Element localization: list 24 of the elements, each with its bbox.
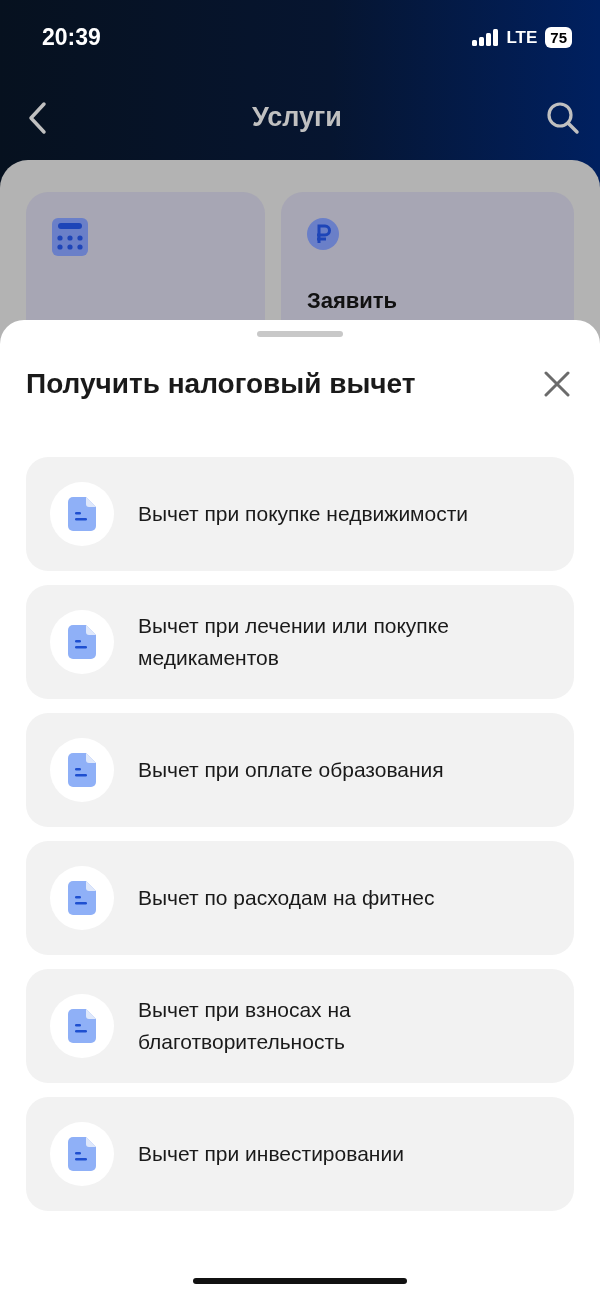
deduction-option[interactable]: Вычет по расходам на фитнес — [26, 840, 574, 955]
deduction-option[interactable]: Вычет при покупке недвижимости — [26, 456, 574, 571]
document-icon — [68, 752, 96, 787]
deduction-option[interactable]: Вычет при инвестировании — [26, 1096, 574, 1211]
deduction-option[interactable]: Вычет при взносах на благотворительность — [26, 968, 574, 1083]
screen-title: Услуги — [252, 101, 342, 135]
document-icon — [68, 1008, 96, 1043]
signal-icon — [472, 29, 499, 46]
document-icon — [68, 1136, 96, 1171]
deduction-option[interactable]: Вычет при оплате образования — [26, 712, 574, 827]
card-label: Заявить — [306, 287, 399, 315]
document-icon — [68, 624, 96, 659]
document-icon — [68, 496, 96, 531]
back-button[interactable] — [26, 100, 48, 135]
search-button[interactable] — [546, 100, 580, 135]
close-button[interactable] — [544, 370, 570, 397]
ruble-icon — [306, 218, 339, 250]
document-icon — [68, 880, 96, 915]
network-label: LTE — [506, 26, 538, 49]
calculator-icon — [52, 218, 88, 256]
deduction-option[interactable]: Вычет при лечении или покупке медикаментов — [26, 584, 574, 699]
battery-level: 75 — [545, 27, 572, 48]
drag-handle[interactable] — [257, 331, 343, 337]
clock-time: 20:39 — [42, 23, 101, 53]
